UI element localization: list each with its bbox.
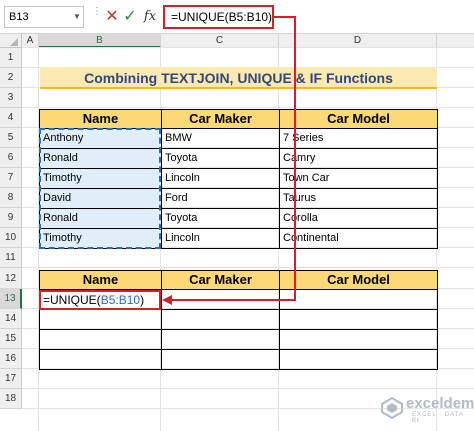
row-header-13[interactable]: 13 xyxy=(0,289,22,309)
table-cell[interactable] xyxy=(39,329,162,350)
insert-function-icon[interactable]: fx xyxy=(142,6,158,28)
table-cell[interactable] xyxy=(39,349,162,370)
table-cell[interactable]: BMW xyxy=(161,128,280,149)
table-cell[interactable] xyxy=(161,309,280,330)
row-header-16[interactable]: 16 xyxy=(0,349,22,369)
table-cell[interactable]: 7 Series xyxy=(279,128,438,149)
table-cell[interactable]: Corolla xyxy=(279,208,438,229)
table-cell[interactable]: Lincoln xyxy=(161,228,280,249)
table2-header-car-model[interactable]: Car Model xyxy=(279,270,438,290)
row-header-10[interactable]: 10 xyxy=(0,228,22,248)
row-header-15[interactable]: 15 xyxy=(0,329,22,349)
formula-range-ref: B5:B10 xyxy=(100,293,141,307)
row-header-6[interactable]: 6 xyxy=(0,148,22,168)
row-header-12[interactable]: 12 xyxy=(0,268,22,289)
formula-suffix: ) xyxy=(140,293,145,307)
column-header-d[interactable]: D xyxy=(279,34,437,48)
row-header-1[interactable]: 1 xyxy=(0,48,22,68)
table-cell[interactable] xyxy=(279,349,438,370)
column-header-b[interactable]: B xyxy=(39,34,161,48)
table-cell[interactable]: Town Car xyxy=(279,168,438,189)
copy-selection-marquee xyxy=(39,128,161,249)
watermark-tagline: EXCEL · DATA · BI xyxy=(412,412,470,424)
confirm-icon[interactable]: ✓ xyxy=(122,6,138,28)
table-cell[interactable]: Camry xyxy=(279,148,438,169)
sheet-title: Combining TEXTJOIN, UNIQUE & IF Function… xyxy=(40,67,437,89)
column-header-e[interactable] xyxy=(437,34,474,48)
exceldemy-logo-icon xyxy=(381,396,403,420)
table-cell[interactable] xyxy=(161,329,280,350)
table-cell[interactable]: Toyota xyxy=(161,148,280,169)
row-header-3[interactable]: 3 xyxy=(0,88,22,108)
row-header-18[interactable]: 18 xyxy=(0,389,22,409)
table-cell[interactable]: Ford xyxy=(161,188,280,209)
column-header-a[interactable]: A xyxy=(22,34,39,48)
table-cell[interactable] xyxy=(279,289,438,310)
grid-line-horizontal xyxy=(22,388,474,389)
table-cell[interactable] xyxy=(161,289,280,310)
row-header-9[interactable]: 9 xyxy=(0,208,22,228)
table-cell[interactable]: Taurus xyxy=(279,188,438,209)
table-cell[interactable] xyxy=(279,309,438,330)
table-cell[interactable] xyxy=(161,349,280,370)
table2-header-name[interactable]: Name xyxy=(39,270,162,290)
table1-header-car-maker[interactable]: Car Maker xyxy=(161,109,280,129)
row-header-2[interactable]: 2 xyxy=(0,68,22,88)
table-cell[interactable]: Lincoln xyxy=(161,168,280,189)
formula-input[interactable]: =UNIQUE(B5:B10) xyxy=(163,5,274,29)
cancel-icon[interactable]: ✕ xyxy=(104,6,120,28)
chevron-down-icon[interactable]: ▼ xyxy=(72,6,82,28)
active-cell-b13[interactable]: =UNIQUE(B5:B10) xyxy=(39,290,161,310)
grid-line-horizontal xyxy=(22,267,474,268)
formula-prefix: =UNIQUE( xyxy=(43,293,101,307)
table2-header-car-maker[interactable]: Car Maker xyxy=(161,270,280,290)
watermark-brand: exceldemy xyxy=(406,395,474,412)
row-header-7[interactable]: 7 xyxy=(0,168,22,188)
grid-line-horizontal xyxy=(22,47,474,48)
drag-handle-icon[interactable]: ⋮ xyxy=(92,7,102,24)
table-cell[interactable] xyxy=(39,309,162,330)
row-header-4[interactable]: 4 xyxy=(0,108,22,128)
row-header-14[interactable]: 14 xyxy=(0,309,22,329)
grid-line-horizontal xyxy=(22,107,474,108)
row-header-17[interactable]: 17 xyxy=(0,369,22,389)
table-cell[interactable]: Toyota xyxy=(161,208,280,229)
select-all-icon xyxy=(10,38,18,46)
row-header-5[interactable]: 5 xyxy=(0,128,22,148)
table-cell[interactable]: Continental xyxy=(279,228,438,249)
table1-header-car-model[interactable]: Car Model xyxy=(279,109,438,129)
table1-header-name[interactable]: Name xyxy=(39,109,162,129)
table-cell[interactable] xyxy=(279,329,438,350)
row-header-11[interactable]: 11 xyxy=(0,248,22,268)
row-header-8[interactable]: 8 xyxy=(0,188,22,208)
column-header-c[interactable]: C xyxy=(161,34,279,48)
